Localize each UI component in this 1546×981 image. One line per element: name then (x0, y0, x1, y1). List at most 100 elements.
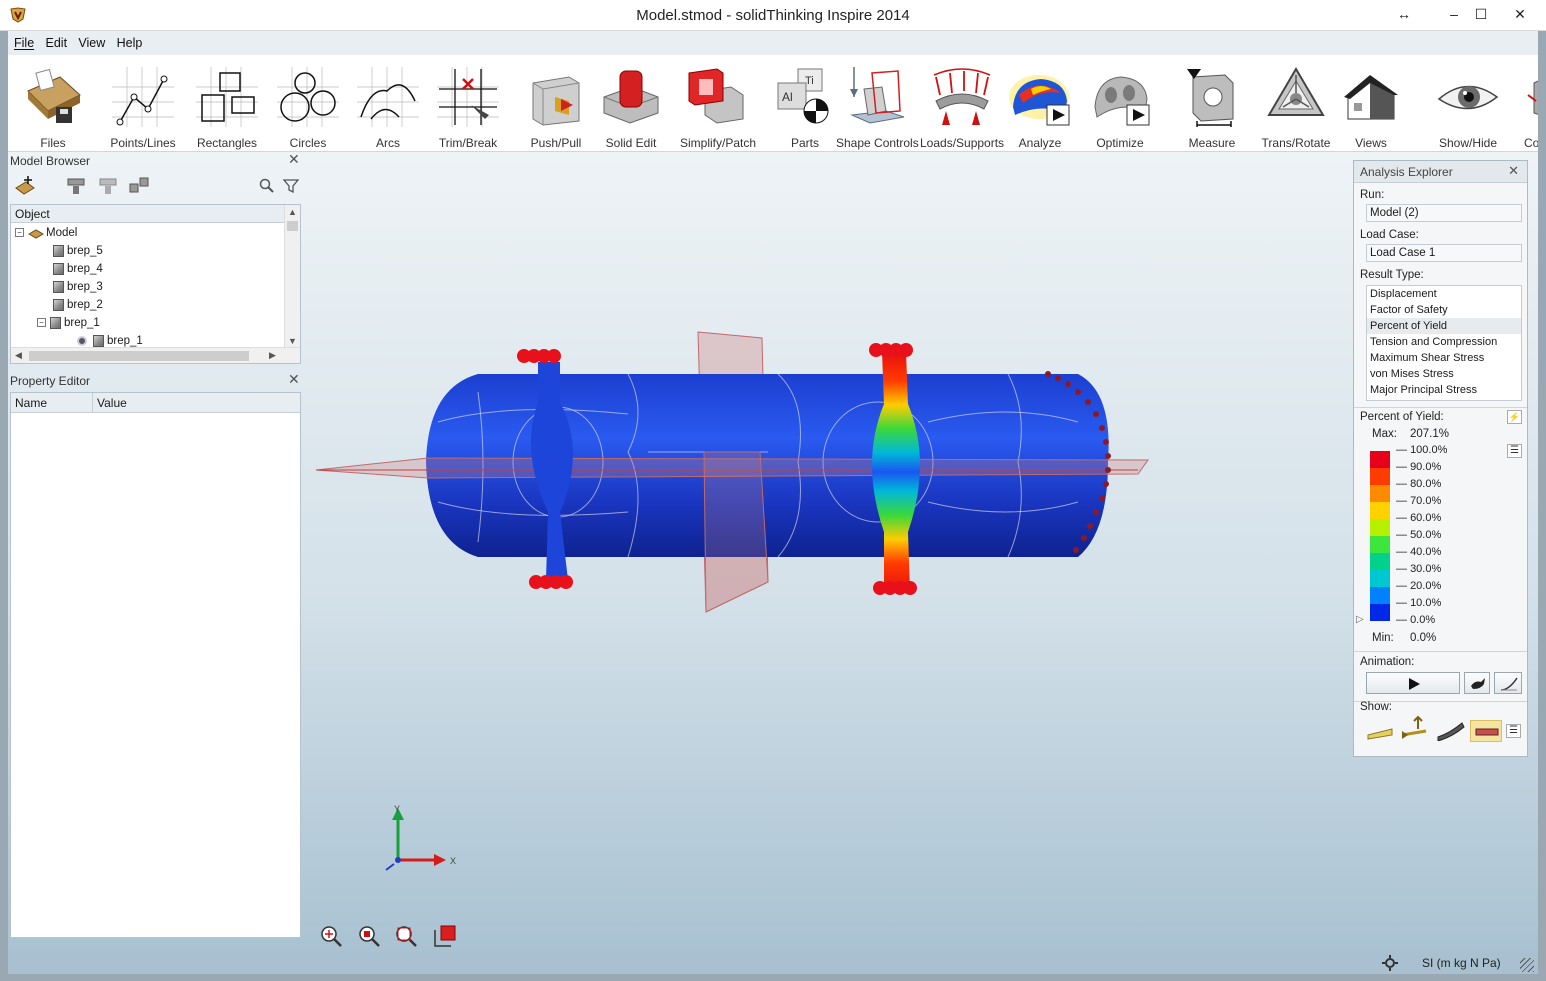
tool-trans-rotate[interactable]: Trans/Rotate (1262, 55, 1330, 151)
zoom-extents-icon[interactable] (357, 924, 381, 948)
load-case-field[interactable]: Load Case 1 (1366, 244, 1522, 262)
tool-cut-off[interactable]: Co (1516, 55, 1538, 151)
collapse-icon[interactable]: − (15, 228, 24, 238)
tool-simplify-patch[interactable]: Simplify/Patch (680, 55, 756, 151)
scroll-left-icon[interactable]: ◀ (15, 350, 22, 361)
minimize-button[interactable]: – (1442, 4, 1466, 24)
run-field[interactable]: Model (2) (1366, 204, 1522, 222)
show-hide-icon (1437, 85, 1499, 110)
show-mesh-toggle[interactable] (1470, 720, 1502, 742)
tool-arcs[interactable]: Arcs (357, 55, 419, 151)
menu-help[interactable]: Help (113, 31, 147, 55)
lightning-icon[interactable]: ⚡ (1507, 410, 1522, 424)
scroll-right-icon[interactable]: ▶ (269, 350, 276, 361)
result-type-item[interactable]: Displacement (1367, 286, 1521, 302)
menu-file[interactable]: File (10, 31, 38, 55)
show-menu-icon[interactable]: ☰ (1506, 724, 1521, 738)
ungroup-icon[interactable] (128, 176, 150, 196)
tool-measure[interactable]: Measure (1181, 55, 1243, 151)
zoom-selection-icon[interactable] (394, 924, 418, 948)
maximize-button[interactable]: ☐ (1469, 4, 1493, 24)
tree-vertical-scrollbar[interactable]: ▲ ▼ (284, 205, 300, 348)
collapse-icon[interactable]: − (37, 318, 46, 328)
result-type-label: Result Type: (1360, 269, 1424, 281)
show-undeformed-icon[interactable] (1366, 719, 1396, 741)
shape-control-plane-front (703, 451, 769, 613)
tree-label: brep_1 (64, 317, 100, 329)
tool-circles[interactable]: Circles (277, 55, 339, 151)
model-browser-title: Model Browser (10, 154, 91, 168)
tool-push-pull[interactable]: Push/Pull (525, 55, 587, 151)
hierarchy-icon[interactable] (66, 177, 86, 195)
add-part-icon[interactable] (14, 174, 38, 196)
result-type-item-selected[interactable]: Percent of Yield (1367, 318, 1521, 334)
model-browser-close-icon[interactable]: ✕ (288, 151, 300, 168)
tree-row-brep-5[interactable]: brep_5 (53, 242, 103, 260)
tree-horizontal-scrollbar[interactable]: ◀ ▶ (11, 347, 300, 363)
tool-solid-edit[interactable]: Solid Edit (600, 55, 662, 151)
views-icon (1344, 75, 1398, 120)
legend-color-segment (1370, 587, 1390, 604)
tool-loads-supports[interactable]: Loads/Supports (920, 55, 1004, 151)
result-type-item[interactable]: Tension and Compression (1367, 334, 1521, 350)
property-editor: Name Value (10, 392, 301, 938)
close-button[interactable]: ✕ (1508, 4, 1532, 24)
result-type-item[interactable]: Major Principal Stress (1367, 382, 1521, 398)
menu-view[interactable]: View (74, 31, 109, 55)
scroll-thumb[interactable] (287, 221, 298, 231)
legend-tick-label: 100.0% (1396, 444, 1447, 456)
scroll-down-icon[interactable]: ▼ (288, 336, 297, 346)
tool-rectangles[interactable]: Rectangles (196, 55, 258, 151)
legend-menu-icon[interactable]: ☰ (1507, 444, 1522, 458)
filter-icon[interactable] (283, 179, 299, 193)
tool-shape-controls[interactable]: Shape Controls (836, 55, 919, 151)
tool-optimize[interactable]: Optimize (1089, 55, 1151, 151)
resize-arrows-icon[interactable]: ↔ (1392, 4, 1416, 24)
show-deformed-icon[interactable] (1436, 719, 1466, 741)
result-type-item[interactable]: von Mises Stress (1367, 366, 1521, 382)
show-loads-icon[interactable] (1400, 715, 1430, 741)
tool-analyze[interactable]: Analyze (1009, 55, 1071, 151)
property-editor-title: Property Editor (10, 374, 91, 388)
model-tree: Object − Model brep_5 brep_4 brep_3 brep_… (10, 204, 301, 364)
units-label[interactable]: SI (m kg N Pa) (1422, 956, 1501, 970)
search-icon[interactable] (259, 178, 275, 194)
tool-views[interactable]: Views (1340, 55, 1402, 151)
view-cube-icon[interactable] (433, 924, 457, 948)
simplify-patch-icon (688, 68, 744, 124)
tree-row-brep-4[interactable]: brep_4 (53, 260, 103, 278)
h-scroll-thumb[interactable] (29, 351, 249, 361)
tool-points-lines[interactable]: Points/Lines (110, 55, 176, 151)
shape-controls-icon (850, 67, 905, 124)
result-type-item[interactable]: Factor of Safety (1367, 302, 1521, 318)
zoom-in-icon[interactable] (319, 924, 343, 948)
tree-row-model[interactable]: − Model (15, 224, 77, 242)
tool-files[interactable]: Files (22, 55, 84, 151)
legend-tick-label: 0.0% (1396, 614, 1435, 626)
group-icon[interactable] (98, 177, 118, 195)
tool-parts[interactable]: Ti Al Parts (774, 55, 836, 151)
animation-speed-button[interactable] (1464, 672, 1490, 694)
tree-row-brep-2[interactable]: brep_2 (53, 296, 103, 314)
animation-settings-button[interactable] (1494, 672, 1522, 694)
menu-edit[interactable]: Edit (42, 31, 72, 55)
visibility-icon[interactable] (77, 335, 87, 346)
legend-tick-label: 40.0% (1396, 546, 1441, 558)
legend-slider-icon[interactable]: ▷ (1356, 614, 1364, 625)
legend-color-segment (1370, 451, 1390, 468)
tool-trim-break[interactable]: Trim/Break (437, 55, 499, 151)
play-animation-button[interactable] (1366, 672, 1460, 694)
legend-tick-label: 80.0% (1396, 478, 1441, 490)
tool-label: Parts (790, 136, 819, 150)
tree-row-brep-3[interactable]: brep_3 (53, 278, 103, 296)
rectangles-icon (196, 67, 258, 127)
tree-label: brep_1 (107, 335, 143, 347)
resize-grip-icon[interactable] (1520, 958, 1534, 972)
units-gear-icon[interactable] (1382, 955, 1398, 971)
tree-row-brep-1[interactable]: − brep_1 (37, 314, 100, 332)
result-type-item[interactable]: Maximum Shear Stress (1367, 350, 1521, 366)
property-editor-close-icon[interactable]: ✕ (288, 371, 300, 388)
scroll-up-icon[interactable]: ▲ (288, 207, 297, 217)
analysis-explorer-close-icon[interactable]: ✕ (1508, 163, 1519, 179)
tool-show-hide[interactable]: Show/Hide (1437, 55, 1499, 151)
